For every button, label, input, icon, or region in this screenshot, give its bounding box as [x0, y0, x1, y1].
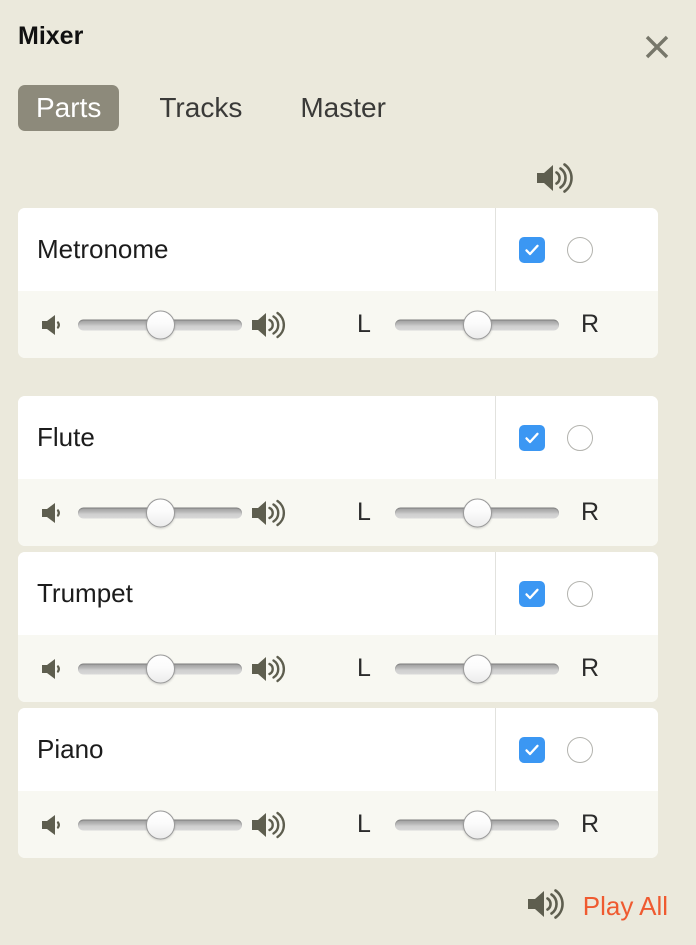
volume-slider-thumb[interactable] [145, 810, 175, 839]
pan-slider[interactable] [395, 810, 559, 840]
volume-slider[interactable] [78, 810, 242, 840]
part-row: Piano L R [18, 708, 658, 858]
volume-slider-thumb[interactable] [145, 654, 175, 683]
pan-section: L R [349, 654, 605, 684]
part-enable-checkbox[interactable] [519, 580, 545, 607]
pan-right-label: R [580, 810, 600, 838]
check-icon [525, 588, 539, 599]
global-mute-all-button[interactable] [531, 158, 575, 202]
part-solo-radio[interactable] [567, 424, 593, 451]
part-name-cell: Trumpet [18, 552, 496, 635]
volume-slider-thumb[interactable] [145, 498, 175, 527]
volume-up-icon[interactable] [248, 308, 288, 342]
part-header: Piano [18, 708, 658, 791]
play-all-button[interactable]: Play All [583, 891, 668, 922]
volume-down-icon[interactable] [38, 310, 72, 340]
part-row: Trumpet L R [18, 552, 658, 702]
volume-down-icon[interactable] [38, 654, 72, 684]
part-toggle-cell [496, 208, 658, 291]
pan-left-label: L [357, 498, 371, 526]
pan-left-label: L [357, 654, 371, 682]
pan-slider[interactable] [395, 310, 559, 340]
pan-left-label: L [357, 810, 371, 838]
part-header: Flute [18, 396, 658, 479]
part-toggle-cell [496, 396, 658, 479]
check-icon [525, 744, 539, 755]
volume-up-icon[interactable] [248, 808, 288, 842]
check-icon [525, 244, 539, 255]
speaker-waves-icon [533, 161, 573, 200]
footer-bar: Play All [0, 867, 696, 945]
volume-slider[interactable] [78, 310, 242, 340]
volume-slider[interactable] [78, 498, 242, 528]
part-slider-row: L R [18, 291, 658, 358]
tab-tracks[interactable]: Tracks [141, 85, 260, 131]
part-name-label: Trumpet [37, 579, 133, 608]
part-header: Trumpet [18, 552, 658, 635]
volume-section [38, 808, 288, 842]
pan-right-label: R [580, 654, 600, 682]
column-header-row [0, 158, 696, 204]
part-name-cell: Flute [18, 396, 496, 479]
volume-section [38, 652, 288, 686]
part-toggle-cell [496, 708, 658, 791]
close-button[interactable] [640, 30, 674, 64]
pan-slider[interactable] [395, 654, 559, 684]
part-row: Flute L R [18, 396, 658, 546]
volume-section [38, 308, 288, 342]
volume-up-icon[interactable] [248, 496, 288, 530]
pan-right-label: R [580, 498, 600, 526]
pan-slider-thumb[interactable] [462, 498, 492, 527]
part-toggle-cell [496, 552, 658, 635]
pan-slider[interactable] [395, 498, 559, 528]
close-x-icon [642, 32, 672, 62]
volume-slider[interactable] [78, 654, 242, 684]
pan-slider-thumb[interactable] [462, 810, 492, 839]
part-slider-row: L R [18, 791, 658, 858]
volume-down-icon[interactable] [38, 810, 72, 840]
part-name-label: Metronome [37, 235, 169, 264]
tab-bar: Parts Tracks Master [18, 85, 404, 131]
pan-right-label: R [580, 310, 600, 338]
pan-section: L R [349, 498, 605, 528]
volume-up-icon[interactable] [248, 652, 288, 686]
part-name-cell: Metronome [18, 208, 496, 291]
speaker-waves-icon [524, 887, 564, 926]
pan-slider-thumb[interactable] [462, 310, 492, 339]
page-title: Mixer [18, 22, 84, 50]
pan-left-label: L [357, 310, 371, 338]
part-name-cell: Piano [18, 708, 496, 791]
part-enable-checkbox[interactable] [519, 236, 545, 263]
part-name-label: Flute [37, 423, 95, 452]
pan-section: L R [349, 310, 605, 340]
check-icon [525, 432, 539, 443]
part-slider-row: L R [18, 479, 658, 546]
pan-slider-thumb[interactable] [462, 654, 492, 683]
volume-slider-thumb[interactable] [145, 310, 175, 339]
part-enable-checkbox[interactable] [519, 736, 545, 763]
part-row: Metronome L R [18, 208, 658, 358]
tab-master[interactable]: Master [282, 85, 404, 131]
part-slider-row: L R [18, 635, 658, 702]
window-header: Mixer [0, 0, 696, 72]
tab-parts[interactable]: Parts [18, 85, 120, 131]
part-enable-checkbox[interactable] [519, 424, 545, 451]
parts-list: Metronome L R Flute L R Trumpet L R Pian… [18, 208, 658, 858]
part-solo-radio[interactable] [567, 580, 593, 607]
part-solo-radio[interactable] [567, 736, 593, 763]
part-header: Metronome [18, 208, 658, 291]
part-solo-radio[interactable] [567, 236, 593, 263]
pan-section: L R [349, 810, 605, 840]
volume-section [38, 496, 288, 530]
part-name-label: Piano [37, 735, 104, 764]
volume-down-icon[interactable] [38, 498, 72, 528]
play-all-speaker-button[interactable] [523, 885, 565, 927]
